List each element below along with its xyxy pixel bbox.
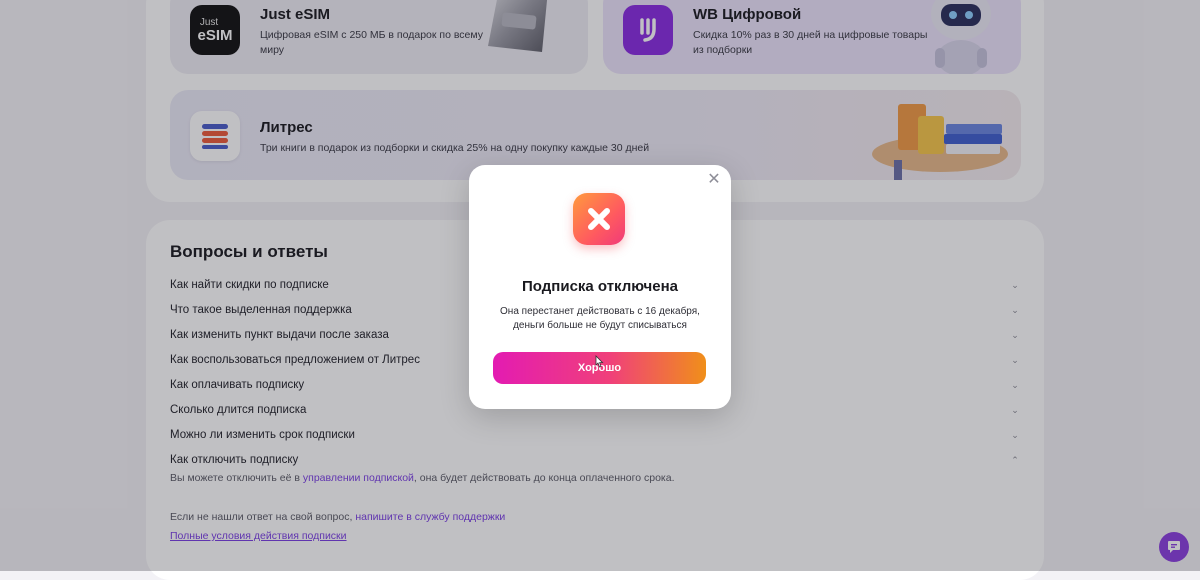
- modal-message: Она перестанет действовать с 16 декабря,…: [500, 306, 700, 331]
- mouse-cursor-icon: [595, 355, 604, 368]
- close-icon[interactable]: ✕: [707, 172, 721, 188]
- modal-title: Подписка отключена: [522, 278, 678, 295]
- subscription-cancelled-modal: ✕ Подписка отключена Она перестанет дейс…: [469, 165, 731, 409]
- cross-glyph: [588, 208, 610, 230]
- cross-icon: [573, 193, 625, 245]
